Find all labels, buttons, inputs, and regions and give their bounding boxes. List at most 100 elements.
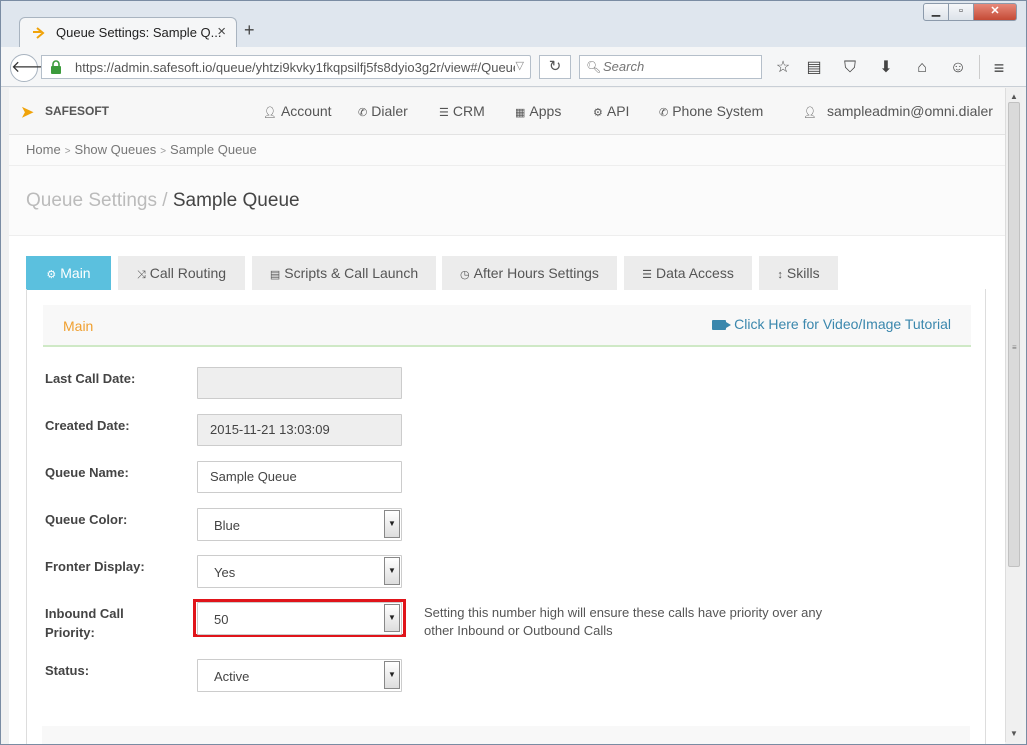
status-select[interactable]: Active ▼ xyxy=(197,659,402,692)
safesoft-logo-icon: ➤ xyxy=(21,104,34,121)
breadcrumb-separator-icon: > xyxy=(64,146,71,157)
title-bar: Queue Settings: Sample Q... × + ▁ ▫ ✕ xyxy=(1,1,1026,48)
tab-main[interactable]: ⚙ Main xyxy=(26,256,111,290)
inbound-priority-select[interactable]: 50 ▼ xyxy=(197,602,402,635)
panel-heading: Main Click Here for Video/Image Tutorial xyxy=(43,305,971,347)
back-button[interactable]: 🡐 xyxy=(10,54,54,82)
reading-list-icon[interactable]: ▤ xyxy=(803,57,825,79)
bookmark-star-icon[interactable]: ☆ xyxy=(772,57,794,79)
nav-dialer-label: Dialer xyxy=(371,103,408,119)
reload-button[interactable]: ↻ xyxy=(539,55,571,79)
nav-phone-system[interactable]: ✆ Phone System xyxy=(659,103,763,119)
nav-api-label: API xyxy=(606,103,630,119)
gear-icon: ⚙ xyxy=(46,269,57,281)
queue-color-label: Queue Color: xyxy=(45,512,128,527)
fronter-display-value: Yes xyxy=(214,565,236,580)
tab-skills-label: Skills xyxy=(786,265,820,281)
queue-name-label: Queue Name: xyxy=(45,465,129,480)
breadcrumb-separator-icon: > xyxy=(160,146,167,157)
nav-phone-system-label: Phone System xyxy=(672,103,764,119)
brand-logo[interactable]: ➤ SAFESOFT xyxy=(21,103,109,121)
tab-call-routing[interactable]: ⤨ Call Routing xyxy=(118,256,245,290)
breadcrumb: Home > Show Queues > Sample Queue xyxy=(9,135,1005,166)
tab-data-access-label: Data Access xyxy=(656,265,734,281)
site-header: ➤ SAFESOFT 👤︎ Account ✆ Dialer ☰ CRM ▦ Apps ⚙… xyxy=(9,88,1005,135)
inbound-priority-label-line1: Inbound Call xyxy=(45,606,124,621)
tab-main-label: Main xyxy=(60,265,91,281)
scrollbar-thumb[interactable]: ≡ xyxy=(1008,102,1020,567)
browser-window: Queue Settings: Sample Q... × + ▁ ▫ ✕ 🡐 … xyxy=(0,0,1027,745)
breadcrumb-home[interactable]: Home xyxy=(26,142,61,157)
page-title-name: Sample Queue xyxy=(172,190,300,211)
queue-color-select[interactable]: Blue ▼ xyxy=(197,508,402,541)
menu-icon[interactable]: ≡ xyxy=(988,57,1010,79)
created-date-field: 2015-11-21 13:03:09 xyxy=(197,414,402,446)
page-header: Queue Settings / Sample Queue xyxy=(9,166,1005,236)
queue-color-value: Blue xyxy=(214,518,241,533)
phone-icon: ✆ xyxy=(659,107,669,119)
inbound-priority-value: 50 xyxy=(214,612,229,627)
navigation-toolbar: 🡐 https://admin.safesoft.io/queue/yhtzi9… xyxy=(1,47,1026,87)
maximize-button[interactable]: ▫ xyxy=(948,3,974,21)
user-icon: 👤︎ xyxy=(263,107,277,119)
nav-api[interactable]: ⚙ API xyxy=(593,103,629,119)
tab-scripts-call-launch[interactable]: ▤ Scripts & Call Launch xyxy=(252,256,436,290)
status-value: Active xyxy=(214,669,250,684)
scroll-up-icon[interactable]: ▲ xyxy=(1010,92,1018,101)
inbound-priority-help: Setting this number high will ensure the… xyxy=(424,604,864,640)
pocket-icon[interactable]: ⛉ xyxy=(839,57,861,79)
fronter-display-label: Fronter Display: xyxy=(45,559,145,574)
scroll-down-icon[interactable]: ▼ xyxy=(1010,729,1018,738)
breadcrumb-sample-queue[interactable]: Sample Queue xyxy=(170,142,257,157)
list-icon: ☰ xyxy=(642,269,653,281)
gear-icon: ⚙ xyxy=(593,107,603,119)
chevron-down-icon[interactable]: ▼ xyxy=(384,604,400,632)
tab-data-access[interactable]: ☰ Data Access xyxy=(624,256,752,290)
tab-close-icon[interactable]: × xyxy=(217,23,226,40)
phone-icon: ✆ xyxy=(358,107,368,119)
queue-name-input[interactable] xyxy=(210,469,389,484)
last-call-date-label: Last Call Date: xyxy=(45,371,136,386)
nav-account-label: Account xyxy=(280,103,332,119)
chevron-down-icon[interactable]: ▼ xyxy=(384,510,400,538)
download-icon[interactable]: ⬇ xyxy=(875,57,897,79)
tutorial-link[interactable]: Click Here for Video/Image Tutorial xyxy=(712,316,951,332)
search-box[interactable]: 🔍︎ xyxy=(579,55,762,79)
hello-icon[interactable]: ☺ xyxy=(947,57,969,79)
home-icon[interactable]: ⌂ xyxy=(911,57,933,79)
safesoft-favicon-icon xyxy=(33,27,45,39)
breadcrumb-show-queues[interactable]: Show Queues xyxy=(75,142,157,157)
chevron-down-icon[interactable]: ▼ xyxy=(384,557,400,585)
fronter-display-select[interactable]: Yes ▼ xyxy=(197,555,402,588)
search-input[interactable] xyxy=(603,59,753,74)
page-title-separator: / xyxy=(162,190,168,211)
page-title-prefix: Queue Settings xyxy=(26,190,157,211)
grid-icon: ▦ xyxy=(515,107,526,119)
close-window-button[interactable]: ✕ xyxy=(973,3,1017,21)
created-date-label: Created Date: xyxy=(45,418,130,433)
nav-crm[interactable]: ☰ CRM xyxy=(439,103,485,119)
tab-after-hours-label: After Hours Settings xyxy=(473,265,599,281)
tab-after-hours[interactable]: ◷ After Hours Settings xyxy=(442,256,617,290)
nav-apps[interactable]: ▦ Apps xyxy=(515,103,561,119)
search-icon: 🔍︎ xyxy=(586,60,602,74)
inbound-priority-label: Inbound Call Priority: xyxy=(45,604,124,642)
tutorial-link-label: Click Here for Video/Image Tutorial xyxy=(734,316,951,332)
list-icon: ☰ xyxy=(439,107,449,119)
help-line1: Setting this number high will ensure the… xyxy=(424,605,823,620)
address-bar[interactable]: https://admin.safesoft.io/queue/yhtzi9kv… xyxy=(41,55,531,79)
reload-icon: ↻ xyxy=(548,58,562,75)
queue-name-field[interactable] xyxy=(197,461,402,493)
new-tab-button[interactable]: + xyxy=(244,20,255,41)
url-history-dropdown-icon[interactable]: ▽ xyxy=(516,59,524,72)
minimize-button[interactable]: ▁ xyxy=(923,3,949,21)
tab-skills[interactable]: ↕ Skills xyxy=(759,256,838,290)
chevron-down-icon[interactable]: ▼ xyxy=(384,661,400,689)
main-panel: Main Click Here for Video/Image Tutorial xyxy=(26,289,986,744)
inbound-priority-label-line2: Priority: xyxy=(45,625,95,640)
nav-account[interactable]: 👤︎ Account xyxy=(263,103,332,119)
nav-dialer[interactable]: ✆ Dialer xyxy=(358,103,408,119)
vertical-scrollbar[interactable]: ▲ ≡ ▼ xyxy=(1005,88,1022,742)
browser-tab[interactable]: Queue Settings: Sample Q... × xyxy=(19,17,237,48)
user-menu[interactable]: 👤︎ sampleadmin@omni.dialer xyxy=(803,103,993,119)
